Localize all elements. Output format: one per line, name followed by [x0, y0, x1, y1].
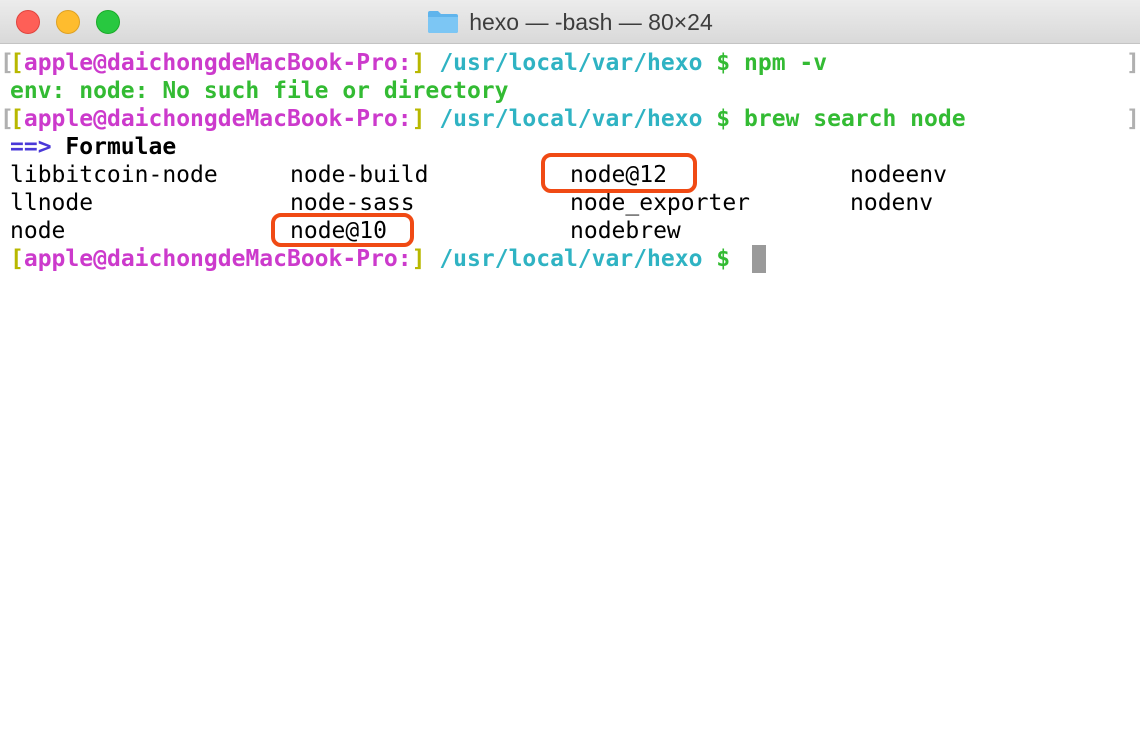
prompt-dollar: $: [716, 246, 731, 272]
prompt-bracket: ]: [411, 106, 426, 132]
formula-item: nodebrew: [570, 218, 681, 244]
terminal-line: env: node: No such file or directory: [10, 77, 509, 105]
formula-item: node-build: [290, 162, 429, 188]
terminal-line: [apple@daichongdeMacBook-Pro:] /usr/loca…: [10, 245, 730, 273]
window-title-group: hexo — -bash — 80×24: [0, 0, 1140, 44]
prompt-bracket: [: [10, 50, 24, 76]
text-cursor: [752, 245, 766, 273]
line-marker: [: [0, 50, 14, 76]
prompt-bracket: ]: [411, 50, 426, 76]
folder-icon: [427, 10, 459, 34]
line-marker: [: [0, 106, 14, 132]
highlight-box-node10: [271, 213, 414, 247]
command-text: npm -v: [744, 50, 828, 76]
formula-item: nodeenv: [850, 162, 947, 188]
terminal-line: ==> Formulae: [10, 133, 176, 161]
window-title: hexo — -bash — 80×24: [469, 8, 713, 35]
formula-item: libbitcoin-node: [10, 162, 218, 188]
error-output: env: node: No such file or directory: [10, 78, 509, 104]
prompt-at: @: [93, 246, 107, 272]
prompt-dollar: $: [716, 50, 731, 76]
prompt-bracket: ]: [411, 246, 426, 272]
prompt-at: @: [93, 106, 107, 132]
prompt-bracket: [: [10, 246, 24, 272]
prompt-host: daichongdeMacBook-Pro:: [106, 246, 412, 272]
prompt-user: apple: [23, 246, 94, 272]
section-arrow: ==>: [10, 134, 52, 160]
line-marker: ]: [1126, 50, 1140, 76]
prompt-bracket: [: [10, 106, 24, 132]
section-heading: Formulae: [65, 134, 177, 160]
prompt-host: daichongdeMacBook-Pro:: [106, 50, 412, 76]
formula-item: node: [10, 218, 66, 244]
prompt-path: /usr/local/var/hexo: [439, 50, 703, 76]
terminal-window: hexo — -bash — 80×24 [ [ ] ] [apple@daic…: [0, 0, 1140, 730]
terminal-line: [apple@daichongdeMacBook-Pro:] /usr/loca…: [10, 49, 827, 77]
title-bar[interactable]: hexo — -bash — 80×24: [0, 0, 1140, 44]
prompt-host: daichongdeMacBook-Pro:: [106, 106, 412, 132]
prompt-user: apple: [23, 50, 94, 76]
prompt-at: @: [93, 50, 107, 76]
prompt-user: apple: [23, 106, 94, 132]
formula-item: llnode: [10, 190, 94, 216]
prompt-path: /usr/local/var/hexo: [439, 106, 703, 132]
command-text: brew search node: [744, 106, 966, 132]
highlight-box-node12: [541, 153, 697, 193]
terminal-content[interactable]: [ [ ] ] [apple@daichongdeMacBook-Pro:] /…: [0, 44, 1140, 730]
prompt-path: /usr/local/var/hexo: [439, 246, 703, 272]
line-marker: ]: [1126, 106, 1140, 132]
formula-item: node_exporter: [570, 190, 751, 216]
prompt-dollar: $: [716, 106, 731, 132]
terminal-line: [apple@daichongdeMacBook-Pro:] /usr/loca…: [10, 105, 966, 133]
formula-item: nodenv: [850, 190, 934, 216]
